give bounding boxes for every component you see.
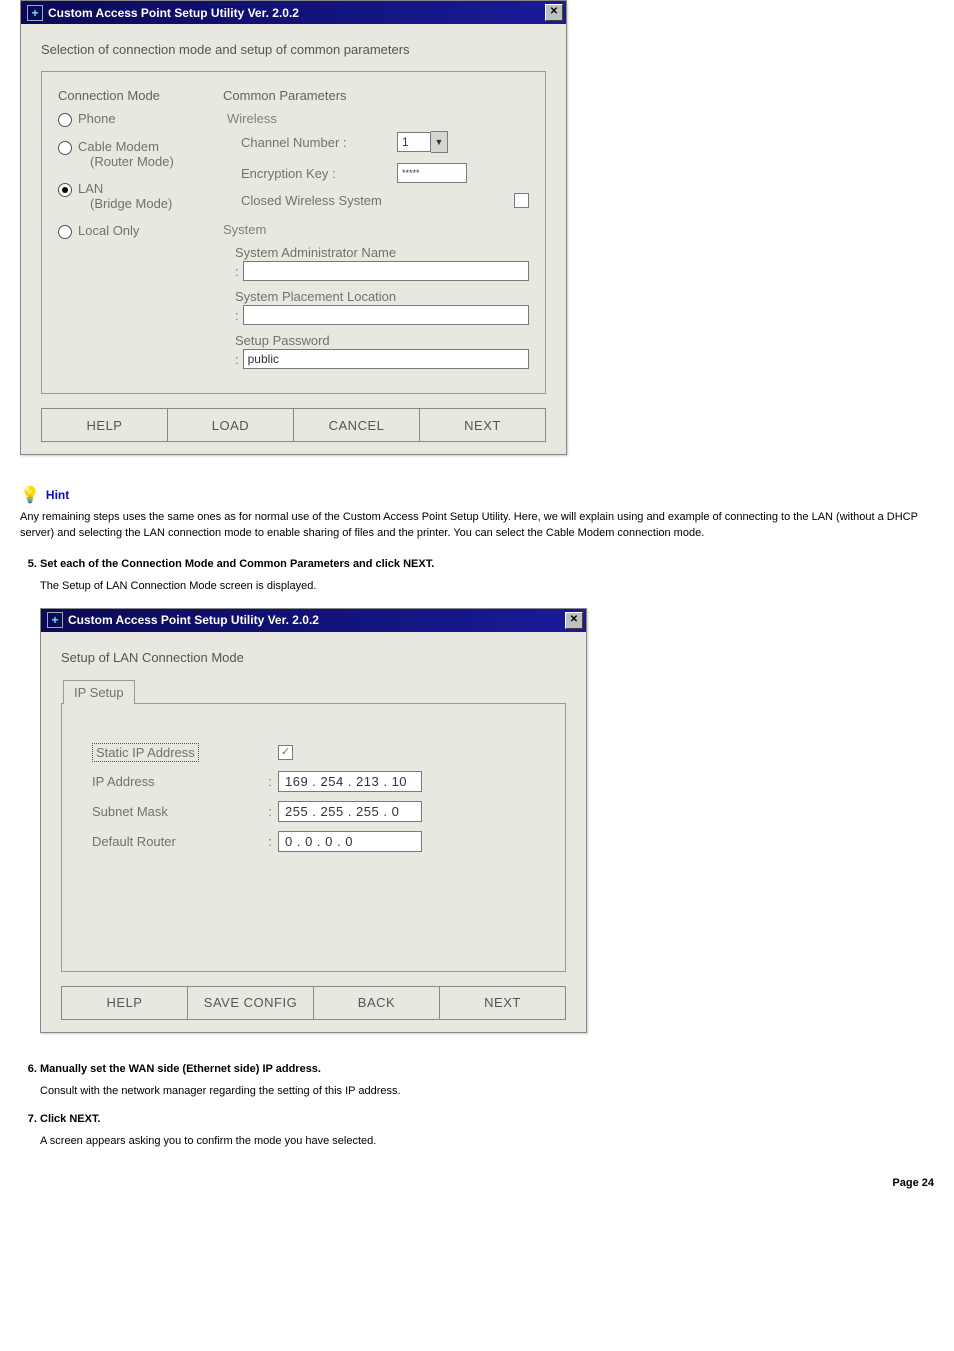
- close-icon[interactable]: ✕: [565, 612, 583, 629]
- radio-lan-label: LAN: [78, 181, 103, 196]
- setup-password-input[interactable]: public: [243, 349, 529, 369]
- radio-icon: [58, 113, 72, 127]
- back-button[interactable]: BACK: [314, 986, 440, 1020]
- cancel-button[interactable]: CANCEL: [294, 408, 420, 442]
- next-button[interactable]: NEXT: [440, 986, 566, 1020]
- closed-wireless-checkbox[interactable]: [514, 193, 529, 208]
- hint-row: 💡 Hint: [20, 485, 934, 505]
- common-parameters-heading: Common Parameters: [223, 88, 529, 103]
- help-button[interactable]: HELP: [61, 986, 188, 1020]
- sysadmin-name-input[interactable]: [243, 261, 529, 281]
- subnet-mask-input[interactable]: 255 . 255 . 255 . 0: [278, 801, 422, 822]
- lightbulb-icon: 💡: [20, 485, 40, 505]
- dialog-connection-mode: + Custom Access Point Setup Utility Ver.…: [20, 0, 567, 455]
- dialog-lan-connection-mode: + Custom Access Point Setup Utility Ver.…: [40, 608, 587, 1033]
- app-icon: +: [47, 612, 63, 628]
- titlebar: + Custom Access Point Setup Utility Ver.…: [41, 609, 586, 632]
- hint-label: Hint: [46, 488, 69, 502]
- titlebar: + Custom Access Point Setup Utility Ver.…: [21, 1, 566, 24]
- encryption-key-input[interactable]: *****: [397, 163, 467, 183]
- radio-icon: [58, 183, 72, 197]
- close-icon[interactable]: ✕: [545, 4, 563, 21]
- app-icon: +: [27, 5, 43, 21]
- static-ip-checkbox[interactable]: ✓: [278, 745, 293, 760]
- placement-location-label: System Placement Location: [235, 289, 529, 304]
- radio-cable-sublabel: (Router Mode): [90, 154, 174, 169]
- radio-cable-label: Cable Modem: [78, 139, 159, 154]
- chevron-down-icon[interactable]: ▼: [431, 131, 448, 153]
- system-heading: System: [223, 222, 529, 237]
- placement-location-input[interactable]: [243, 305, 529, 325]
- static-ip-label: Static IP Address: [92, 743, 199, 762]
- ip-address-input[interactable]: 169 . 254 . 213 . 10: [278, 771, 422, 792]
- step-5-sub: The Setup of LAN Connection Mode screen …: [40, 580, 934, 592]
- window-title: Custom Access Point Setup Utility Ver. 2…: [68, 613, 319, 627]
- step-7: Click NEXT.: [40, 1113, 934, 1125]
- channel-number-label: Channel Number :: [241, 135, 391, 150]
- step-7-sub: A screen appears asking you to confirm t…: [40, 1135, 934, 1147]
- encryption-key-label: Encryption Key :: [241, 166, 391, 181]
- tab-ip-setup[interactable]: IP Setup: [63, 680, 135, 704]
- ip-address-label: IP Address: [92, 774, 262, 789]
- radio-icon: [58, 225, 72, 239]
- default-router-input[interactable]: 0 . 0 . 0 . 0: [278, 831, 422, 852]
- radio-local-only[interactable]: Local Only: [58, 223, 223, 239]
- step-6: Manually set the WAN side (Ethernet side…: [40, 1063, 934, 1075]
- help-button[interactable]: HELP: [41, 408, 168, 442]
- next-button[interactable]: NEXT: [420, 408, 546, 442]
- radio-icon: [58, 141, 72, 155]
- channel-number-dropdown[interactable]: 1 ▼: [397, 131, 448, 153]
- hint-text: Any remaining steps uses the same ones a…: [20, 510, 934, 542]
- radio-cable-modem[interactable]: Cable Modem (Router Mode): [58, 139, 223, 169]
- load-button[interactable]: LOAD: [168, 408, 294, 442]
- radio-lan[interactable]: LAN (Bridge Mode): [58, 181, 223, 211]
- closed-wireless-label: Closed Wireless System: [241, 193, 508, 208]
- subnet-mask-label: Subnet Mask: [92, 804, 262, 819]
- radio-phone-label: Phone: [78, 111, 116, 126]
- default-router-label: Default Router: [92, 834, 262, 849]
- dialog-intro: Setup of LAN Connection Mode: [61, 650, 566, 665]
- step-5: Set each of the Connection Mode and Comm…: [40, 558, 934, 570]
- radio-lan-sublabel: (Bridge Mode): [90, 196, 172, 211]
- window-title: Custom Access Point Setup Utility Ver. 2…: [48, 6, 299, 20]
- setup-password-label: Setup Password: [235, 333, 529, 348]
- connection-mode-heading: Connection Mode: [58, 88, 223, 103]
- channel-number-value: 1: [397, 132, 431, 152]
- radio-local-label: Local Only: [78, 223, 139, 238]
- save-config-button[interactable]: SAVE CONFIG: [188, 986, 314, 1020]
- wireless-heading: Wireless: [227, 111, 529, 126]
- step-6-sub: Consult with the network manager regardi…: [40, 1085, 934, 1097]
- radio-phone[interactable]: Phone: [58, 111, 223, 127]
- sysadmin-name-label: System Administrator Name: [235, 245, 529, 260]
- dialog-intro: Selection of connection mode and setup o…: [41, 42, 546, 57]
- page-number: Page 24: [20, 1177, 934, 1189]
